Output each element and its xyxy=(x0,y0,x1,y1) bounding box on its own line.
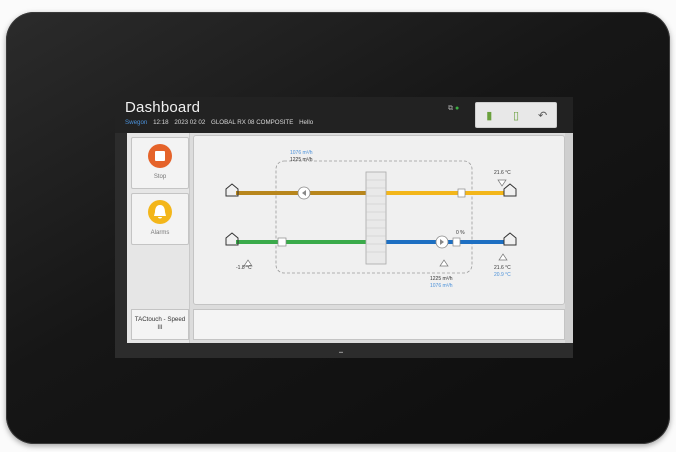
supply-flow-top: 1076 m³/h xyxy=(290,150,313,156)
alarms-label: Alarms xyxy=(150,230,170,236)
supply-flow-top2: 1225 m³/h xyxy=(290,157,313,163)
dashboard-body: Stop Alarms 1076 m³/h 1225 m³/h 21.6 °C … xyxy=(127,133,565,343)
brand-label: Swegon xyxy=(125,119,148,126)
network-icon: ⧉ xyxy=(448,105,453,112)
screen-footer-indicator: ▬ xyxy=(339,349,343,354)
header-bar: Dashboard Swegon 12:18 2023 02 02 GLOBAL… xyxy=(115,97,573,133)
extract-flow: 1225 m³/h xyxy=(430,276,453,282)
alarm-bell-icon xyxy=(148,200,172,224)
toolbar: ▮ ▯ ↶ xyxy=(475,102,557,128)
damper-percent: 0 % xyxy=(456,230,465,236)
alarms-button[interactable]: Alarms xyxy=(131,193,189,245)
touch-screen: Dashboard Swegon 12:18 2023 02 02 GLOBAL… xyxy=(115,97,573,358)
header-subtitle: Swegon 12:18 2023 02 02 GLOBAL RX 08 COM… xyxy=(125,119,317,126)
extract-temp-alt: 20.9 °C xyxy=(494,272,511,278)
stop-label: Stop xyxy=(153,174,167,180)
stop-icon xyxy=(148,144,172,168)
status-area: ⧉ ● xyxy=(448,105,459,113)
speed-status-label[interactable]: TACtouch - Speed III xyxy=(131,309,189,340)
unit-name: GLOBAL RX 08 COMPOSITE xyxy=(211,119,294,126)
stop-button[interactable]: Stop xyxy=(131,137,189,189)
right-edge-panel xyxy=(565,133,573,343)
ventilation-diagram: 1076 m³/h 1225 m³/h 21.6 °C -1.8 °C 21.6… xyxy=(193,135,565,305)
door-icon[interactable]: ▯ xyxy=(507,109,525,122)
clock-time: 12:18 xyxy=(153,119,169,126)
supply-temp: 21.6 °C xyxy=(494,170,511,176)
extract-temp: 21.6 °C xyxy=(494,265,511,271)
ok-status-icon: ● xyxy=(455,105,460,112)
bottom-status-bar xyxy=(193,309,565,340)
page-title: Dashboard xyxy=(125,99,201,116)
greeting: Hello xyxy=(299,119,314,126)
extract-flow2: 1076 m³/h xyxy=(430,283,453,289)
fan-speed-icon[interactable]: ▮ xyxy=(480,109,498,122)
exit-icon[interactable]: ↶ xyxy=(534,109,552,122)
outdoor-temp: -1.8 °C xyxy=(236,265,252,271)
clock-date: 2023 02 02 xyxy=(174,119,206,126)
